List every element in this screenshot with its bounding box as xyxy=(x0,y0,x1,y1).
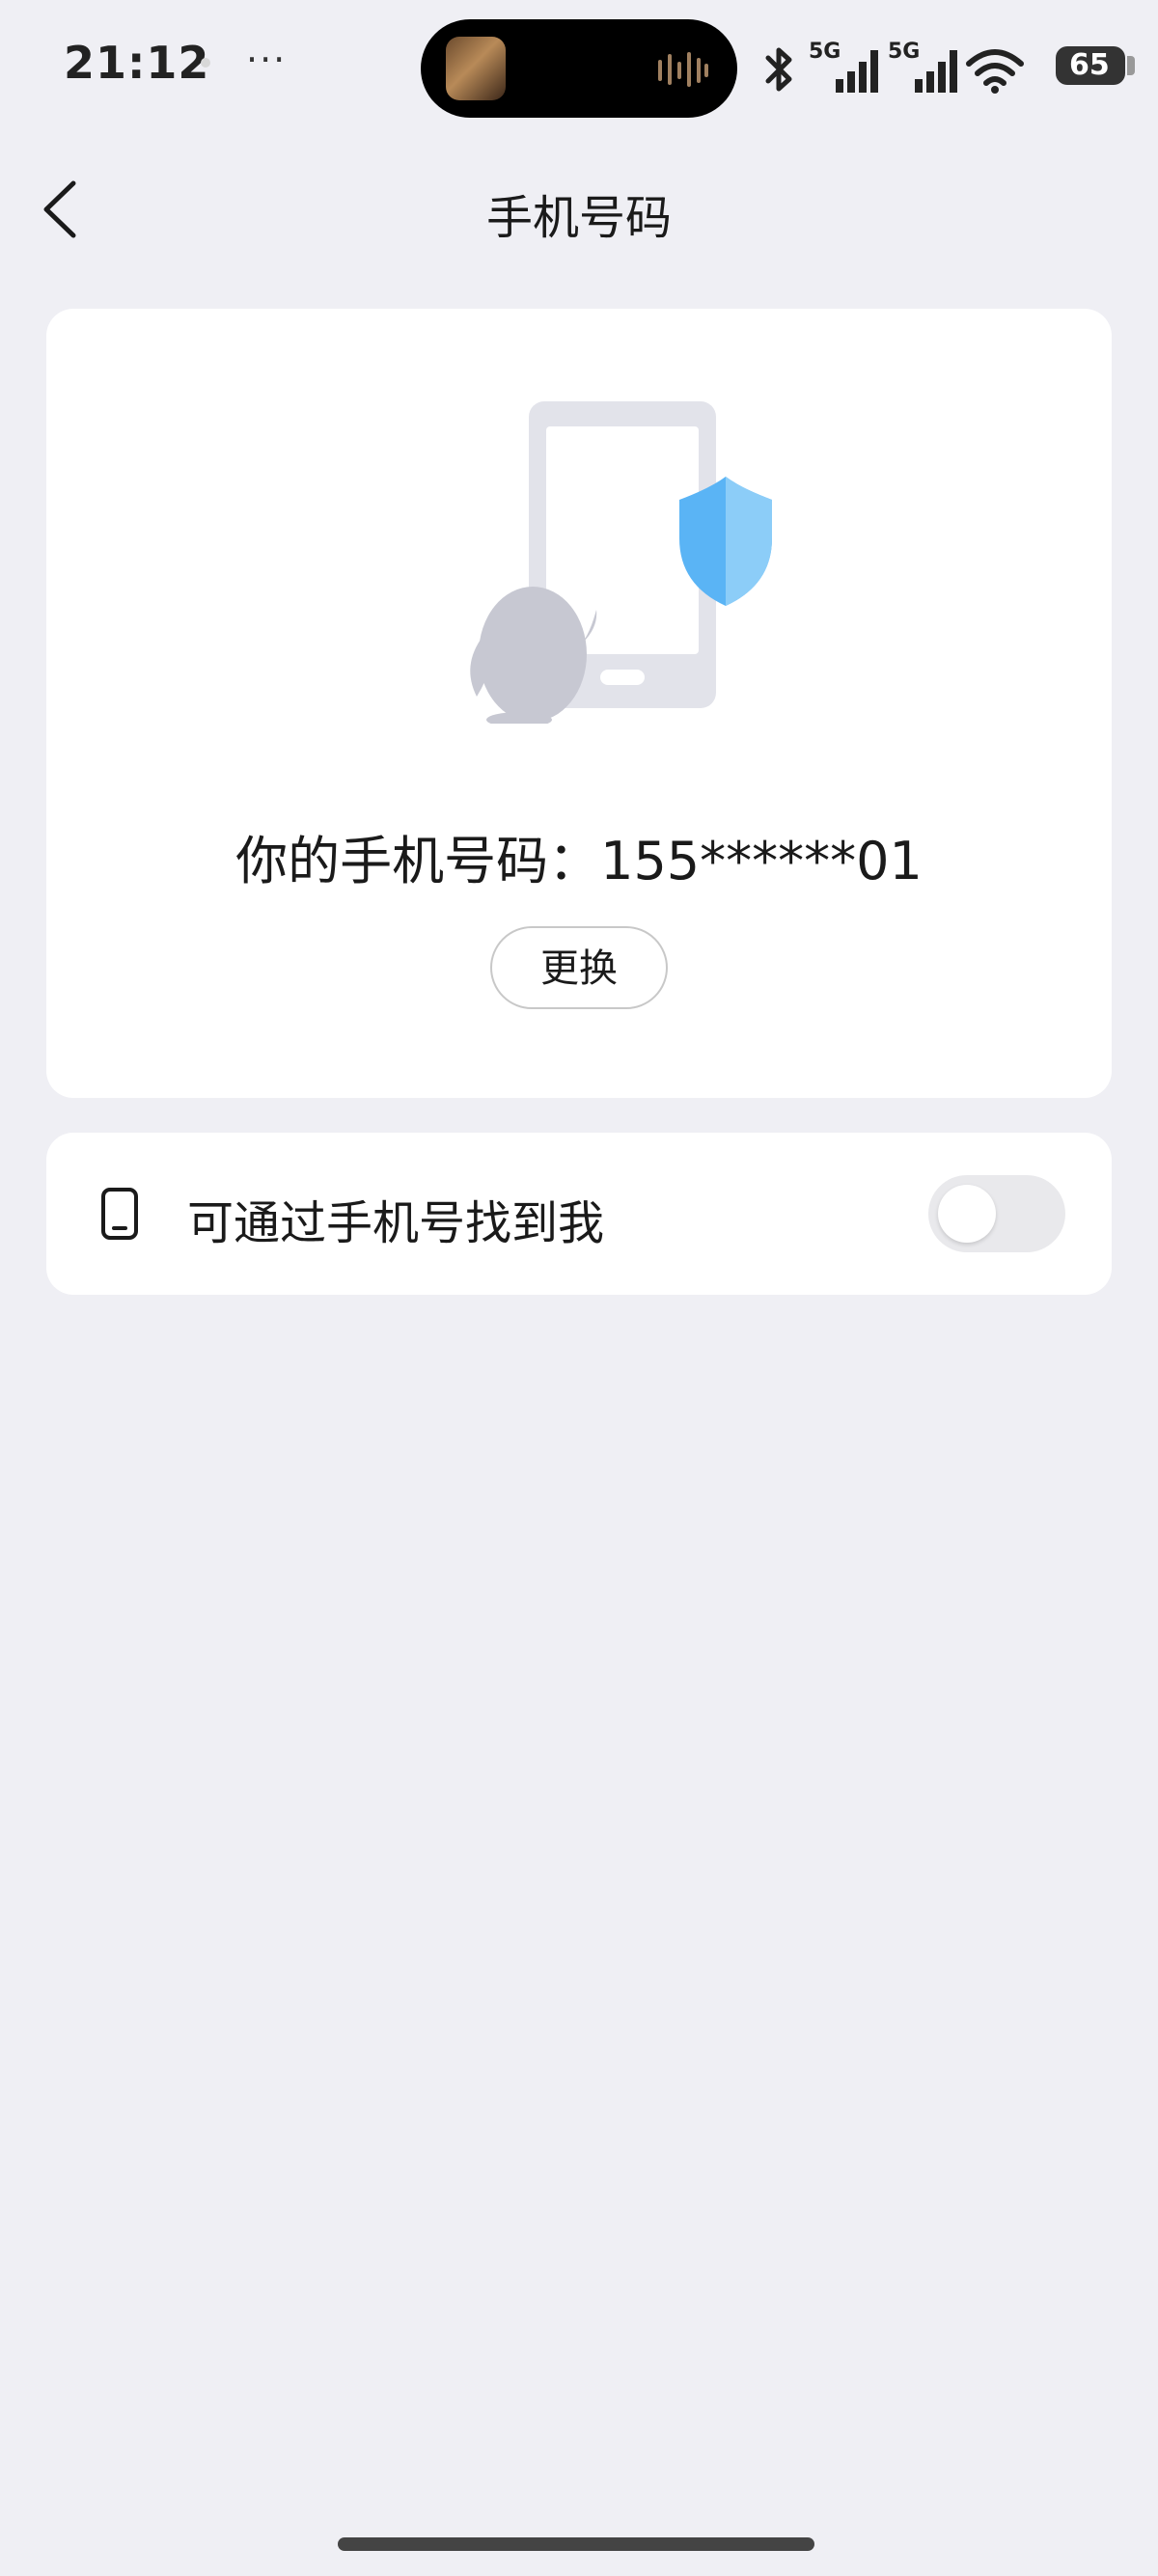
signal-icon: 5G xyxy=(888,40,957,93)
toggle-knob xyxy=(938,1185,996,1243)
find-by-phone-label: 可通过手机号找到我 xyxy=(187,1196,605,1250)
album-art xyxy=(446,37,506,100)
phone-security-illustration xyxy=(470,401,772,724)
phone-icon xyxy=(101,1188,138,1240)
signal-icon: 5G xyxy=(809,40,878,93)
audio-wave-icon xyxy=(658,52,708,87)
phone-number-card: 你的手机号码：155******01 更换 xyxy=(46,309,1112,1098)
status-bar: 21:12 ··· 5G 5G 65 xyxy=(0,0,1158,135)
wifi-icon xyxy=(966,49,1024,94)
dynamic-island[interactable] xyxy=(421,19,737,118)
home-indicator[interactable] xyxy=(338,2537,814,2551)
more-notifications-icon: ··· xyxy=(246,39,288,81)
bluetooth-icon xyxy=(765,47,792,92)
find-by-phone-toggle[interactable] xyxy=(928,1175,1065,1252)
net-label-1: 5G xyxy=(809,40,841,64)
find-by-phone-setting[interactable]: 可通过手机号找到我 xyxy=(46,1133,1112,1295)
battery-indicator: 65 xyxy=(1056,46,1125,85)
change-phone-button[interactable]: 更换 xyxy=(490,926,668,1009)
notification-dot-icon xyxy=(201,58,210,68)
page-title: 手机号码 xyxy=(485,191,672,245)
status-time: 21:12 xyxy=(64,37,210,89)
nav-bar: 手机号码 xyxy=(0,145,1158,270)
phone-number-text: 你的手机号码：155******01 xyxy=(235,831,923,891)
battery-cap xyxy=(1127,56,1135,75)
net-label-2: 5G xyxy=(888,40,920,64)
